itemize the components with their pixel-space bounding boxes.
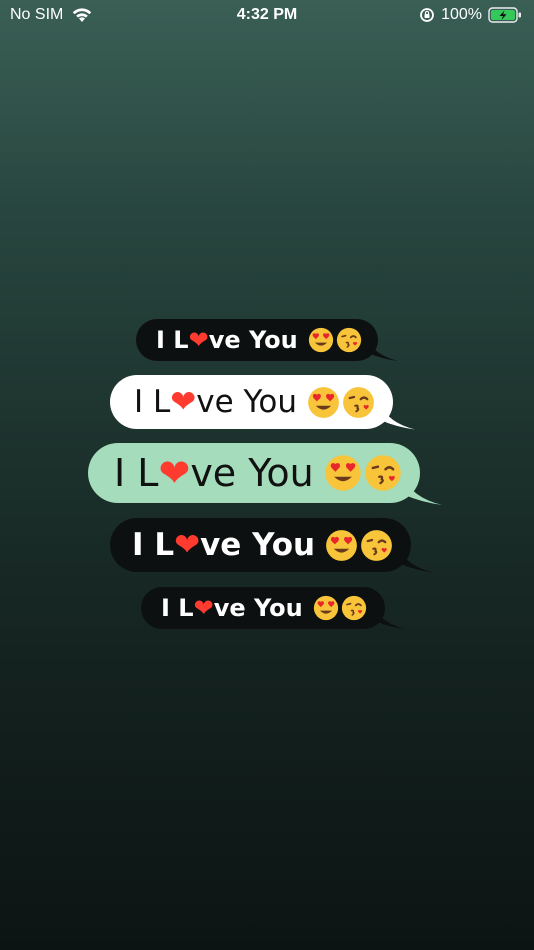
bubble-body: I L ❤ ve You — [136, 319, 378, 361]
kissing-face-emoji-icon — [336, 327, 361, 353]
heart-eyes-emoji-icon — [308, 327, 333, 353]
heart-glyph: ❤ — [170, 384, 197, 420]
emoji-group — [325, 529, 393, 562]
rotation-lock-icon — [420, 8, 434, 22]
battery-charging-icon — [488, 7, 521, 23]
heart-glyph: ❤ — [193, 594, 214, 622]
message-bubble-1[interactable]: I L ❤ ve You — [136, 319, 398, 361]
bubble-tail — [399, 547, 434, 573]
heart-eyes-emoji-icon — [325, 455, 361, 491]
message-suffix: ve You — [208, 326, 298, 354]
message-prefix: I L — [114, 451, 159, 495]
message-suffix: ve You — [190, 451, 314, 495]
battery-percent: 100% — [441, 6, 482, 23]
message-bubble-4[interactable]: I L ❤ ve You — [110, 518, 434, 573]
bubble-tail — [374, 607, 405, 629]
heart-glyph: ❤ — [158, 451, 191, 495]
message-prefix: I L — [156, 326, 189, 354]
emoji-group — [308, 327, 362, 353]
message-suffix: ve You — [200, 527, 316, 563]
status-right: 100% — [419, 6, 522, 24]
message-suffix: ve You — [213, 594, 303, 622]
emoji-group — [313, 595, 367, 621]
message-suffix: ve You — [196, 384, 297, 420]
bubble-tail — [403, 477, 442, 505]
bubble-body: I L ❤ ve You — [110, 375, 393, 429]
heart-glyph: ❤ — [188, 326, 209, 354]
heart-eyes-emoji-icon — [308, 386, 339, 418]
kissing-face-emoji-icon — [343, 386, 374, 418]
bubble-body: I L ❤ ve You — [141, 587, 385, 629]
message-bubble-3[interactable]: I L ❤ ve You — [88, 443, 442, 505]
kissing-face-emoji-icon — [341, 595, 366, 621]
bubble-tail — [380, 404, 415, 430]
heart-eyes-emoji-icon — [326, 529, 357, 561]
kissing-face-emoji-icon — [361, 529, 392, 561]
message-prefix: I L — [132, 527, 175, 563]
bubble-tail — [367, 339, 398, 361]
bubble-body: I L ❤ ve You — [110, 518, 412, 572]
message-bubble-2[interactable]: I L ❤ ve You — [110, 375, 415, 430]
message-prefix: I L — [134, 384, 171, 420]
message-bubble-5[interactable]: I L ❤ ve You — [141, 587, 405, 629]
emoji-group — [307, 386, 375, 419]
kissing-face-emoji-icon — [365, 455, 401, 491]
message-prefix: I L — [161, 594, 194, 622]
emoji-group — [324, 454, 402, 492]
heart-glyph: ❤ — [174, 527, 201, 563]
status-bar: No SIM 4:32 PM 100% — [0, 0, 534, 30]
heart-eyes-emoji-icon — [313, 595, 338, 621]
bubble-body: I L ❤ ve You — [88, 443, 420, 503]
